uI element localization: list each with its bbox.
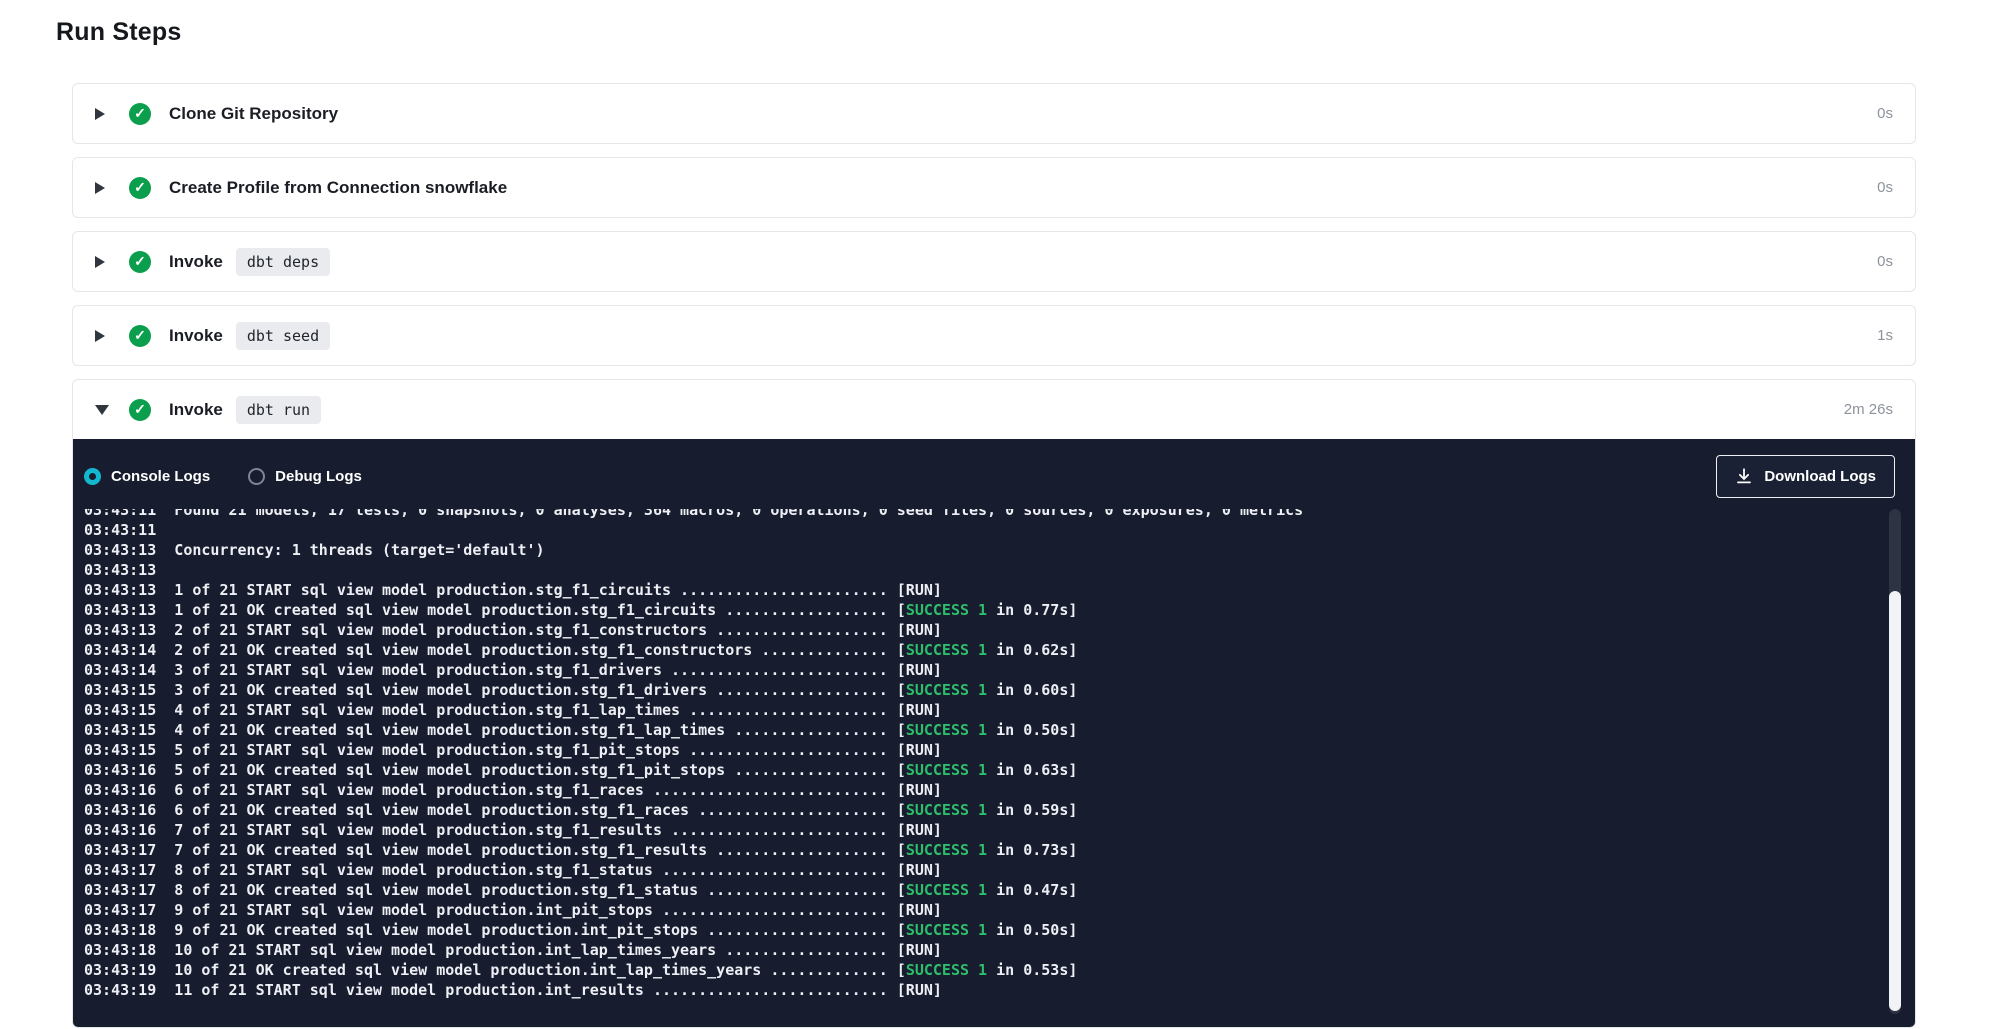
step-header-invoke-dbt-seed[interactable]: ✓ Invoke dbt seed 1s [73, 306, 1915, 365]
step-command-badge: dbt run [236, 396, 321, 424]
download-icon [1735, 467, 1753, 485]
step-label: Invoke [169, 252, 223, 272]
log-line: 03:43:18 9 of 21 OK created sql view mod… [84, 920, 1915, 940]
step-row: ✓ Invoke dbt deps 0s [72, 231, 1916, 292]
caret-right-icon[interactable] [95, 108, 105, 120]
step-duration: 0s [1877, 179, 1893, 196]
step-duration: 1s [1877, 327, 1893, 344]
run-steps-page: Run Steps ✓ Clone Git Repository 0s ✓ Cr… [0, 0, 2000, 1028]
page-title: Run Steps [56, 18, 2000, 47]
step-label: Invoke [169, 326, 223, 346]
step-row: ✓ Clone Git Repository 0s [72, 83, 1916, 144]
step-row: ✓ Create Profile from Connection snowfla… [72, 157, 1916, 218]
console-logs-panel: Console Logs Debug Logs Download Logs [73, 439, 1915, 1027]
caret-down-icon[interactable] [95, 405, 109, 415]
success-check-icon: ✓ [129, 103, 151, 125]
console-scrollbar-track[interactable] [1889, 509, 1901, 1014]
log-line: 03:43:13 1 of 21 START sql view model pr… [84, 580, 1915, 600]
log-lines: 03:43:11 Found 21 models, 17 tests, 0 sn… [84, 509, 1915, 1000]
step-label: Clone Git Repository [169, 104, 338, 124]
caret-right-icon[interactable] [95, 330, 105, 342]
step-label: Create Profile from Connection snowflake [169, 178, 507, 198]
log-line: 03:43:14 3 of 21 START sql view model pr… [84, 660, 1915, 680]
log-line: 03:43:16 6 of 21 OK created sql view mod… [84, 800, 1915, 820]
step-header-create-profile[interactable]: ✓ Create Profile from Connection snowfla… [73, 158, 1915, 217]
log-line: 03:43:15 5 of 21 START sql view model pr… [84, 740, 1915, 760]
step-duration: 2m 26s [1844, 401, 1893, 418]
step-command-badge: dbt deps [236, 248, 330, 276]
caret-right-icon[interactable] [95, 256, 105, 268]
caret-right-icon[interactable] [95, 182, 105, 194]
log-line: 03:43:19 11 of 21 START sql view model p… [84, 980, 1915, 1000]
console-logs-radio[interactable]: Console Logs [84, 468, 210, 485]
log-line: 03:43:15 4 of 21 START sql view model pr… [84, 700, 1915, 720]
log-line: 03:43:15 4 of 21 OK created sql view mod… [84, 720, 1915, 740]
step-header-invoke-dbt-deps[interactable]: ✓ Invoke dbt deps 0s [73, 232, 1915, 291]
log-line: 03:43:17 8 of 21 START sql view model pr… [84, 860, 1915, 880]
success-check-icon: ✓ [129, 325, 151, 347]
debug-logs-label: Debug Logs [275, 468, 362, 485]
log-line: 03:43:13 [84, 560, 1915, 580]
log-line: 03:43:11 Found 21 models, 17 tests, 0 sn… [84, 509, 1915, 520]
step-command-badge: dbt seed [236, 322, 330, 350]
debug-logs-radio[interactable]: Debug Logs [248, 468, 362, 485]
download-logs-label: Download Logs [1764, 468, 1876, 485]
step-label: Invoke [169, 400, 223, 420]
console-logs-label: Console Logs [111, 468, 210, 485]
success-check-icon: ✓ [129, 399, 151, 421]
console-header: Console Logs Debug Logs Download Logs [73, 439, 1915, 509]
log-line: 03:43:19 10 of 21 OK created sql view mo… [84, 960, 1915, 980]
log-line: 03:43:14 2 of 21 OK created sql view mod… [84, 640, 1915, 660]
log-viewport[interactable]: 03:43:11 Found 21 models, 17 tests, 0 sn… [73, 509, 1915, 1014]
log-line: 03:43:11 [84, 520, 1915, 540]
step-header-clone-git-repository[interactable]: ✓ Clone Git Repository 0s [73, 84, 1915, 143]
step-duration: 0s [1877, 253, 1893, 270]
log-line: 03:43:13 2 of 21 START sql view model pr… [84, 620, 1915, 640]
console-scrollbar-thumb[interactable] [1889, 591, 1901, 1011]
log-line: 03:43:18 10 of 21 START sql view model p… [84, 940, 1915, 960]
log-line: 03:43:17 7 of 21 OK created sql view mod… [84, 840, 1915, 860]
radio-selected-icon[interactable] [84, 468, 101, 485]
radio-unselected-icon[interactable] [248, 468, 265, 485]
log-line: 03:43:16 6 of 21 START sql view model pr… [84, 780, 1915, 800]
step-duration: 0s [1877, 105, 1893, 122]
log-line: 03:43:17 8 of 21 OK created sql view mod… [84, 880, 1915, 900]
log-line: 03:43:16 5 of 21 OK created sql view mod… [84, 760, 1915, 780]
log-line: 03:43:13 Concurrency: 1 threads (target=… [84, 540, 1915, 560]
log-line: 03:43:16 7 of 21 START sql view model pr… [84, 820, 1915, 840]
log-line: 03:43:13 1 of 21 OK created sql view mod… [84, 600, 1915, 620]
step-row: ✓ Invoke dbt seed 1s [72, 305, 1916, 366]
run-steps-list: ✓ Clone Git Repository 0s ✓ Create Profi… [72, 83, 1916, 1028]
success-check-icon: ✓ [129, 177, 151, 199]
success-check-icon: ✓ [129, 251, 151, 273]
log-line: 03:43:17 9 of 21 START sql view model pr… [84, 900, 1915, 920]
step-row-expanded: ✓ Invoke dbt run 2m 26s Console Logs Deb… [72, 379, 1916, 1028]
step-header-invoke-dbt-run[interactable]: ✓ Invoke dbt run 2m 26s [73, 380, 1915, 439]
download-logs-button[interactable]: Download Logs [1716, 455, 1895, 498]
log-line: 03:43:15 3 of 21 OK created sql view mod… [84, 680, 1915, 700]
